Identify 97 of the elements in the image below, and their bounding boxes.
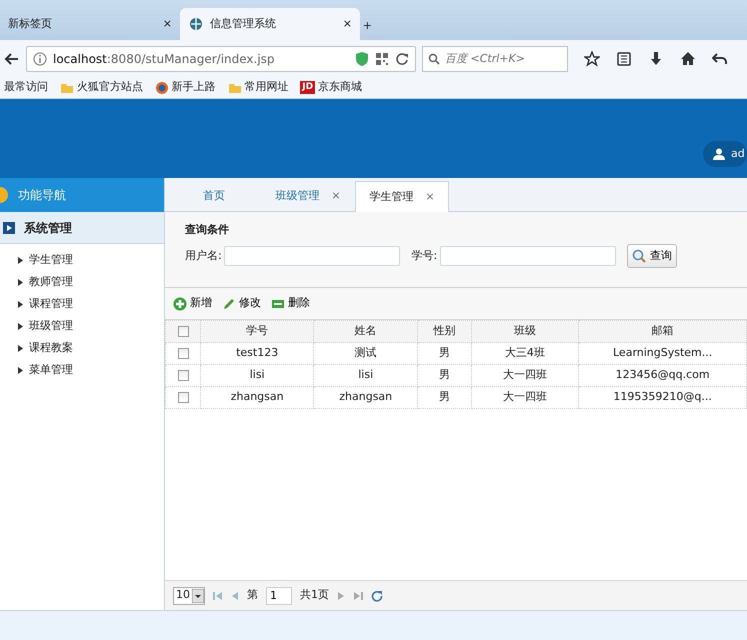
table-cell: 男 — [418, 364, 472, 386]
page-total: 共1页 — [300, 587, 329, 604]
sidebar-item[interactable]: 课程管理 — [0, 294, 164, 316]
search-icon — [428, 52, 440, 64]
column-header[interactable]: 姓名 — [313, 320, 418, 342]
arrow-icon — [18, 367, 23, 374]
table-cell: 大一四班 — [471, 386, 579, 408]
column-header[interactable]: 班级 — [471, 320, 579, 342]
content-tab[interactable]: 学生管理 × — [355, 181, 449, 212]
bookmark-link[interactable]: 最常访问 — [4, 79, 48, 96]
sidebar-item[interactable]: 教师管理 — [0, 272, 164, 294]
checkbox[interactable] — [178, 392, 189, 403]
table-cell: LearningSystem... — [578, 342, 746, 364]
bookmark-link[interactable]: 新手上路 — [172, 79, 216, 96]
browser-tab[interactable]: 新标签页 × — [0, 8, 180, 40]
table-cell: lisi — [200, 364, 314, 386]
query-button[interactable]: 查询 — [626, 244, 677, 268]
info-icon — [33, 52, 47, 66]
table-cell: 1195359210@q... — [578, 386, 746, 408]
next-page-icon[interactable] — [337, 590, 345, 600]
table-cell: zhangsan — [313, 386, 418, 408]
back-icon[interactable] — [4, 50, 20, 66]
url-text: localhost:8080/stuManager/index.jsp — [53, 50, 276, 68]
address-bar[interactable]: localhost:8080/stuManager/index.jsp — [26, 46, 416, 72]
undo-icon[interactable] — [712, 50, 728, 66]
table-cell: test123 — [200, 342, 314, 364]
column-header[interactable]: 性别 — [418, 320, 472, 342]
content-tab[interactable]: 班级管理 × — [261, 181, 355, 211]
column-header[interactable]: 邮箱 — [578, 320, 746, 342]
page-input[interactable]: 1 — [266, 586, 292, 604]
bookmark-link[interactable]: 京东商城 — [318, 79, 362, 96]
home-icon[interactable] — [680, 50, 696, 66]
toolbar-button[interactable]: 修改 — [222, 295, 261, 312]
column-header[interactable]: 学号 — [200, 320, 314, 342]
input-field[interactable] — [440, 246, 616, 266]
refresh-icon[interactable] — [371, 590, 383, 602]
search-field[interactable]: 百度 <Ctrl+K> — [422, 46, 568, 72]
toolbar-button[interactable]: 删除 — [271, 295, 310, 312]
logo-icon: JD — [300, 80, 316, 94]
bookmark-link[interactable]: 火狐官方站点 — [76, 79, 143, 96]
qr-code-icon[interactable] — [375, 52, 389, 66]
table-cell: zhangsan — [200, 386, 314, 408]
table-cell: 大一四班 — [471, 364, 579, 386]
arrow-icon — [18, 257, 23, 264]
menu-group[interactable]: 系统管理 — [0, 212, 164, 244]
table-cell: 男 — [418, 386, 472, 408]
bookmark-link[interactable]: 常用网址 — [244, 79, 288, 96]
first-page-icon[interactable] — [213, 590, 223, 600]
globe-icon — [188, 16, 204, 32]
pencil-icon — [222, 296, 236, 310]
content-tab[interactable]: 首页 — [167, 181, 261, 211]
folder-icon — [228, 82, 242, 94]
search-icon — [632, 249, 646, 263]
checkbox[interactable] — [178, 370, 189, 381]
arrow-icon — [18, 323, 23, 330]
table-cell: 123456@qq.com — [578, 364, 746, 386]
sidebar-title: 功能导航 — [18, 187, 66, 204]
star-icon[interactable] — [584, 50, 600, 66]
browser-tab[interactable]: 信息管理系统 × — [180, 8, 360, 40]
expand-icon — [2, 220, 16, 234]
reader-icon[interactable] — [616, 50, 632, 66]
field-label: 学号: — [411, 248, 438, 264]
new-tab-button[interactable]: + — [362, 18, 372, 34]
checkbox[interactable] — [178, 348, 189, 359]
sidebar-item[interactable]: 课程教案 — [0, 338, 164, 360]
folder-icon — [60, 82, 74, 94]
user-menu[interactable]: ad — [703, 141, 747, 167]
user-icon — [713, 148, 725, 160]
table-cell: lisi — [313, 364, 418, 386]
plus-icon — [173, 296, 187, 310]
table-cell: 男 — [418, 342, 472, 364]
page-size-select[interactable]: 10 — [173, 586, 205, 604]
close-icon[interactable]: × — [331, 188, 341, 204]
arrow-icon — [18, 279, 23, 286]
checkbox[interactable] — [178, 326, 189, 337]
arrow-icon — [18, 345, 23, 352]
previous-page-icon[interactable] — [231, 590, 239, 600]
sidebar-item[interactable]: 菜单管理 — [0, 360, 164, 382]
download-icon[interactable] — [648, 50, 664, 66]
globe-icon — [154, 80, 169, 94]
table-cell: 测试 — [313, 342, 418, 364]
close-icon[interactable]: × — [162, 16, 172, 32]
reload-icon[interactable] — [395, 52, 409, 66]
shield-icon — [355, 50, 369, 66]
sidebar-item[interactable]: 学生管理 — [0, 250, 164, 272]
close-icon[interactable]: × — [425, 188, 435, 206]
table-cell: 大三4班 — [471, 342, 579, 364]
input-field[interactable] — [224, 246, 400, 266]
sidebar-item[interactable]: 班级管理 — [0, 316, 164, 338]
toolbar-button[interactable]: 新增 — [173, 295, 212, 312]
section-title: 查询条件 — [185, 222, 230, 238]
page-label: 第 — [247, 587, 258, 604]
last-page-icon[interactable] — [353, 590, 363, 600]
arrow-icon — [18, 301, 23, 308]
field-label: 用户名: — [185, 248, 222, 264]
dropdown-icon — [192, 588, 204, 602]
close-icon[interactable]: × — [342, 16, 352, 32]
